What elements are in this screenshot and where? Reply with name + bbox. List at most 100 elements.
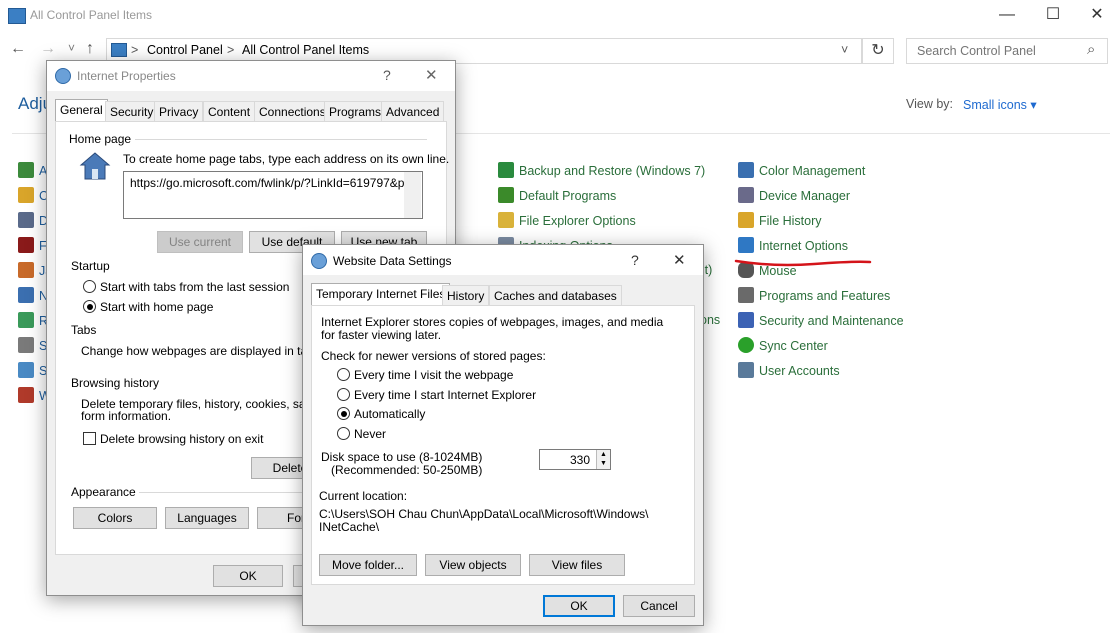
close-icon[interactable]: ✕ [425, 66, 438, 84]
checkbox[interactable] [83, 432, 96, 445]
option-every-start[interactable]: Every time I start Internet Explorer [337, 388, 536, 402]
cp-item-backup[interactable]: Backup and Restore (Windows 7) [498, 162, 705, 187]
back-button[interactable]: ← [10, 40, 26, 58]
up-button[interactable]: ↑ [86, 40, 94, 58]
cp-item-file-explorer-options[interactable]: File Explorer Options [498, 212, 705, 237]
use-current-button[interactable]: Use current [157, 231, 243, 253]
close-icon[interactable]: ✕ [673, 251, 686, 269]
backup-icon [498, 162, 514, 178]
tab-security[interactable]: Security [105, 101, 159, 122]
browsing-history-label: Browsing history [71, 376, 160, 390]
tab-general[interactable]: General [55, 99, 108, 122]
window-title-bar: All Control Panel Items — ☐ ✕ [0, 0, 1120, 32]
option-automatically[interactable]: Automatically [337, 407, 425, 421]
scrollbar[interactable] [404, 172, 421, 218]
search-box[interactable]: ⌕ [906, 38, 1108, 64]
languages-button[interactable]: Languages [165, 507, 249, 529]
tab-advanced[interactable]: Advanced [381, 101, 445, 122]
cp-item-file-history[interactable]: File History [738, 212, 904, 237]
radio-button[interactable] [337, 407, 350, 420]
globe-icon [55, 68, 71, 84]
window-title: All Control Panel Items [30, 8, 153, 22]
folder-icon [498, 212, 514, 228]
radio-button[interactable] [83, 280, 96, 293]
stepper-arrows[interactable]: ▲ ▼ [596, 450, 610, 469]
breadcrumb-sep-icon: > [131, 43, 139, 57]
option-every-visit[interactable]: Every time I visit the webpage [337, 368, 513, 382]
view-by-label: View by: [906, 97, 954, 111]
view-files-button[interactable]: View files [529, 554, 625, 576]
cp-item-programs-features[interactable]: Programs and Features [738, 287, 904, 312]
chevron-down-icon[interactable]: ˅ [841, 43, 848, 57]
search-icon[interactable]: ⌕ [1087, 41, 1095, 58]
tab-caches-databases[interactable]: Caches and databases [489, 285, 622, 306]
app-icon [18, 187, 34, 203]
view-objects-button[interactable]: View objects [425, 554, 521, 576]
cp-item-color-management[interactable]: Color Management [738, 162, 904, 187]
home-page-description: To create home page tabs, type each addr… [123, 152, 450, 166]
user-accounts-icon [738, 362, 754, 378]
radio-button[interactable] [337, 388, 350, 401]
colors-button[interactable]: Colors [73, 507, 157, 529]
startup-option-last-session[interactable]: Start with tabs from the last session [83, 280, 289, 294]
breadcrumb-sep-icon: > [227, 43, 235, 57]
check-versions-label: Check for newer versions of stored pages… [321, 349, 546, 363]
cancel-button[interactable]: Cancel [623, 595, 695, 617]
startup-option-home-page[interactable]: Start with home page [83, 300, 213, 314]
app-icon [18, 237, 34, 253]
close-window-button[interactable]: ✕ [1074, 0, 1120, 32]
tabs-label: Tabs [71, 323, 97, 337]
radio-button[interactable] [337, 427, 350, 440]
ok-button[interactable]: OK [543, 595, 615, 617]
app-icon [18, 212, 34, 228]
maximize-button[interactable]: ☐ [1030, 0, 1076, 32]
dialog-title-bar: Website Data Settings ? ✕ [303, 245, 703, 275]
tab-temporary-internet-files[interactable]: Temporary Internet Files [311, 283, 451, 306]
tab-content[interactable]: Content [203, 101, 256, 122]
startup-label: Startup [71, 259, 110, 273]
search-input[interactable] [915, 43, 1089, 59]
tab-history[interactable]: History [442, 285, 490, 306]
appearance-label: Appearance [71, 485, 136, 499]
option-never[interactable]: Never [337, 427, 386, 441]
disk-space-stepper[interactable]: 330 ▲ ▼ [539, 449, 611, 470]
breadcrumb-all-items[interactable]: All Control Panel Items [242, 43, 369, 57]
file-history-icon [738, 212, 754, 228]
cp-item-default-programs[interactable]: Default Programs [498, 187, 705, 212]
radio-button[interactable] [337, 368, 350, 381]
app-icon [18, 312, 34, 328]
globe-icon [311, 253, 327, 269]
tab-privacy[interactable]: Privacy [154, 101, 204, 122]
tab-programs[interactable]: Programs [324, 101, 387, 122]
forward-button[interactable]: → [40, 40, 56, 58]
delete-on-exit-checkbox[interactable]: Delete browsing history on exit [83, 432, 263, 446]
description: Internet Explorer stores copies of webpa… [321, 315, 664, 329]
cp-item-user-accounts[interactable]: User Accounts [738, 362, 904, 387]
view-by-dropdown[interactable]: Small icons ▾ [963, 97, 1037, 112]
cp-item-device-manager[interactable]: Device Manager [738, 187, 904, 212]
website-data-settings-dialog: Website Data Settings ? ✕ Temporary Inte… [302, 244, 704, 626]
app-icon [18, 387, 34, 403]
app-icon [18, 162, 34, 178]
sync-icon [738, 337, 754, 353]
column-3: Color Management Device Manager File His… [738, 162, 904, 387]
help-button[interactable]: ? [631, 252, 639, 268]
disk-space-recommended: (Recommended: 50-250MB) [331, 463, 483, 477]
help-button[interactable]: ? [383, 67, 391, 83]
flag-icon [738, 312, 754, 328]
refresh-button[interactable]: ↻ [862, 38, 894, 64]
cp-item-sync-center[interactable]: Sync Center [738, 337, 904, 362]
ok-button[interactable]: OK [213, 565, 283, 587]
programs-features-icon [738, 287, 754, 303]
home-icon [79, 151, 111, 180]
internet-options-icon [738, 237, 754, 253]
cp-item-security-maintenance[interactable]: Security and Maintenance [738, 312, 904, 337]
minimize-button[interactable]: — [984, 0, 1030, 32]
color-management-icon [738, 162, 754, 178]
breadcrumb-control-panel[interactable]: Control Panel [147, 43, 223, 57]
radio-button[interactable] [83, 300, 96, 313]
home-page-url-field[interactable]: https://go.microsoft.com/fwlink/p/?LinkI… [123, 171, 423, 219]
tab-connections[interactable]: Connections [254, 101, 331, 122]
recent-locations-button[interactable]: ˅ [68, 41, 75, 55]
move-folder-button[interactable]: Move folder... [319, 554, 417, 576]
